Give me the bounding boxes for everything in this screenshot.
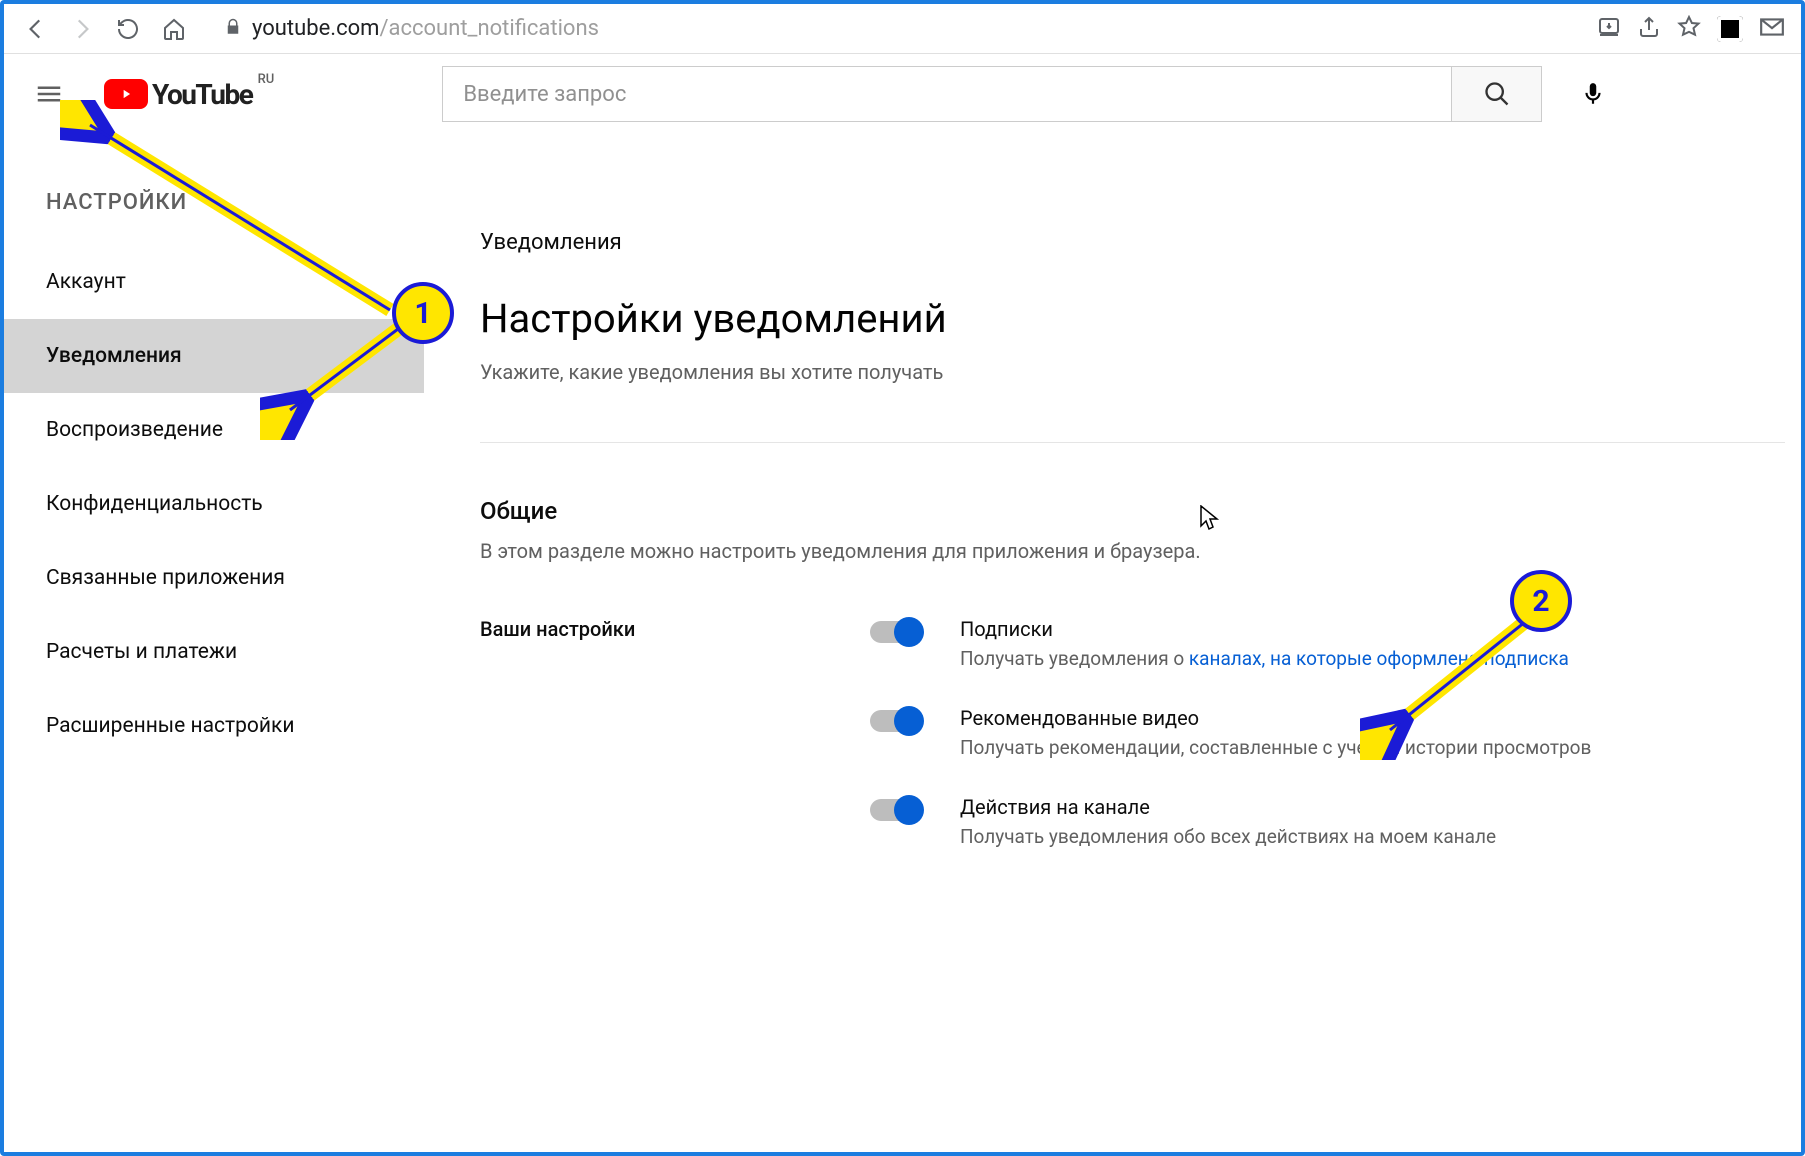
sidebar-item-connected-apps[interactable]: Связанные приложения [4, 541, 424, 615]
extension-icon[interactable] [1717, 16, 1743, 42]
voice-search-button[interactable] [1566, 67, 1620, 121]
settings-sidebar: НАСТРОЙКИ Аккаунт Уведомления Воспроизве… [4, 170, 424, 763]
your-settings-label: Ваши настройки [480, 617, 870, 641]
toggle-subscriptions: Подписки Получать уведомления о каналах,… [870, 617, 1785, 670]
toggle-switch-channel-activity[interactable] [870, 799, 920, 821]
share-icon[interactable] [1637, 15, 1661, 43]
sidebar-item-billing[interactable]: Расчеты и платежи [4, 615, 424, 689]
youtube-play-icon [104, 79, 148, 109]
main-content: Уведомления Настройки уведомлений Укажит… [480, 230, 1785, 884]
page-title: Настройки уведомлений [480, 295, 1785, 342]
nav-back-icon[interactable] [20, 13, 52, 45]
hamburger-menu-button[interactable] [30, 75, 68, 113]
general-heading: Общие [480, 497, 1785, 525]
sidebar-item-notifications[interactable]: Уведомления [4, 319, 424, 393]
home-icon[interactable] [158, 13, 190, 45]
general-desc: В этом разделе можно настроить уведомлен… [480, 539, 1785, 563]
reload-icon[interactable] [112, 13, 144, 45]
toggle-switch-recommended[interactable] [870, 710, 920, 732]
youtube-logo-text: YouTube [152, 78, 252, 111]
toggle-recommended: Рекомендованные видео Получать рекоменда… [870, 706, 1785, 759]
address-bar[interactable]: youtube.com/account_notifications [204, 16, 1583, 41]
toggle-title: Действия на канале [960, 795, 1496, 819]
url-text: youtube.com/account_notifications [252, 16, 599, 41]
subscriptions-link[interactable]: каналах, на которые оформлена подписка [1189, 647, 1569, 670]
sidebar-item-account[interactable]: Аккаунт [4, 245, 424, 319]
sidebar-item-playback[interactable]: Воспроизведение [4, 393, 424, 467]
sidebar-item-privacy[interactable]: Конфиденциальность [4, 467, 424, 541]
youtube-header: YouTube RU Введите запрос [4, 54, 1801, 134]
install-icon[interactable] [1597, 15, 1621, 43]
toggle-title: Рекомендованные видео [960, 706, 1591, 730]
toggle-switch-subscriptions[interactable] [870, 621, 920, 643]
toggle-desc: Получать рекомендации, составленные с уч… [960, 736, 1591, 759]
toggle-channel-activity: Действия на канале Получать уведомления … [870, 795, 1785, 848]
sidebar-heading: НАСТРОЙКИ [4, 170, 424, 245]
page-subtitle: Укажите, какие уведомления вы хотите пол… [480, 360, 1785, 384]
bookmark-star-icon[interactable] [1677, 15, 1701, 43]
lock-icon [224, 18, 242, 40]
search-button[interactable] [1452, 66, 1542, 122]
browser-toolbar: youtube.com/account_notifications [4, 4, 1801, 54]
search-input[interactable]: Введите запрос [442, 66, 1452, 122]
region-code: RU [258, 72, 275, 87]
mail-icon[interactable] [1759, 14, 1785, 44]
youtube-logo[interactable]: YouTube RU [104, 78, 252, 111]
toggle-desc: Получать уведомления о каналах, на котор… [960, 647, 1569, 670]
toggle-desc: Получать уведомления обо всех действиях … [960, 825, 1496, 848]
nav-forward-icon[interactable] [66, 13, 98, 45]
divider [480, 442, 1785, 443]
toggle-title: Подписки [960, 617, 1569, 641]
sidebar-item-advanced[interactable]: Расширенные настройки [4, 689, 424, 763]
breadcrumb-label: Уведомления [480, 230, 1785, 255]
